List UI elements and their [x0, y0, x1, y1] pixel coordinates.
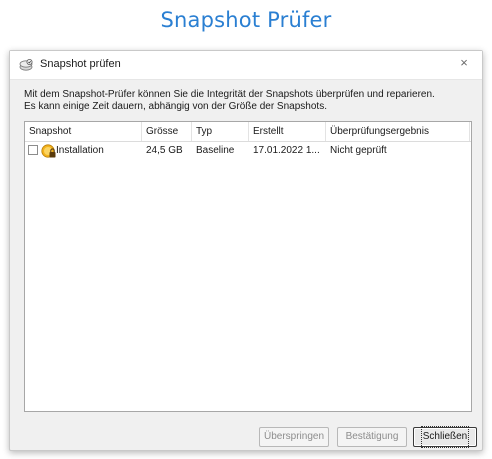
cell-name: Installation — [56, 145, 104, 156]
skip-button[interactable]: Überspringen — [259, 427, 329, 447]
snapshot-check-dialog: Snapshot prüfen × Mit dem Snapshot-Prüfe… — [9, 50, 483, 451]
close-button[interactable]: Schließen — [413, 426, 477, 448]
row-checkbox[interactable] — [28, 145, 38, 155]
column-header-snapshot[interactable]: Snapshot — [25, 122, 142, 141]
confirm-button-label: Bestätigung — [345, 431, 399, 442]
confirm-button[interactable]: Bestätigung — [337, 427, 407, 447]
description-line-2: Es kann einige Zeit dauern, abhängig von… — [24, 101, 327, 112]
dialog-title: Snapshot prüfen — [40, 58, 121, 70]
dialog-titlebar: Snapshot prüfen × — [10, 51, 482, 80]
cell-created: 17.01.2022 1... — [253, 145, 320, 156]
column-header-size[interactable]: Grösse — [142, 122, 192, 141]
column-header-created[interactable]: Erstellt — [249, 122, 326, 141]
snapshot-app-icon — [19, 59, 33, 71]
table-row[interactable]: Installation 24,5 GB Baseline 17.01.2022… — [25, 143, 471, 159]
cell-type: Baseline — [196, 145, 235, 156]
snapshot-list[interactable]: Snapshot Grösse Typ Erstellt Überprüfung… — [24, 121, 472, 412]
skip-button-label: Überspringen — [263, 431, 325, 442]
column-header-result[interactable]: Überprüfungsergebnis — [326, 122, 470, 141]
page-title: Snapshot Prüfer — [160, 8, 332, 32]
dialog-description: Mit dem Snapshot-Prüfer können Sie die I… — [24, 89, 470, 113]
description-line-1: Mit dem Snapshot-Prüfer können Sie die I… — [24, 89, 435, 100]
close-icon[interactable]: × — [454, 53, 474, 73]
column-header-type[interactable]: Typ — [192, 122, 249, 141]
cell-size: 24,5 GB — [146, 145, 183, 156]
cell-result: Nicht geprüft — [330, 145, 387, 156]
list-header: Snapshot Grösse Typ Erstellt Überprüfung… — [25, 122, 471, 142]
close-button-label: Schließen — [420, 426, 470, 448]
